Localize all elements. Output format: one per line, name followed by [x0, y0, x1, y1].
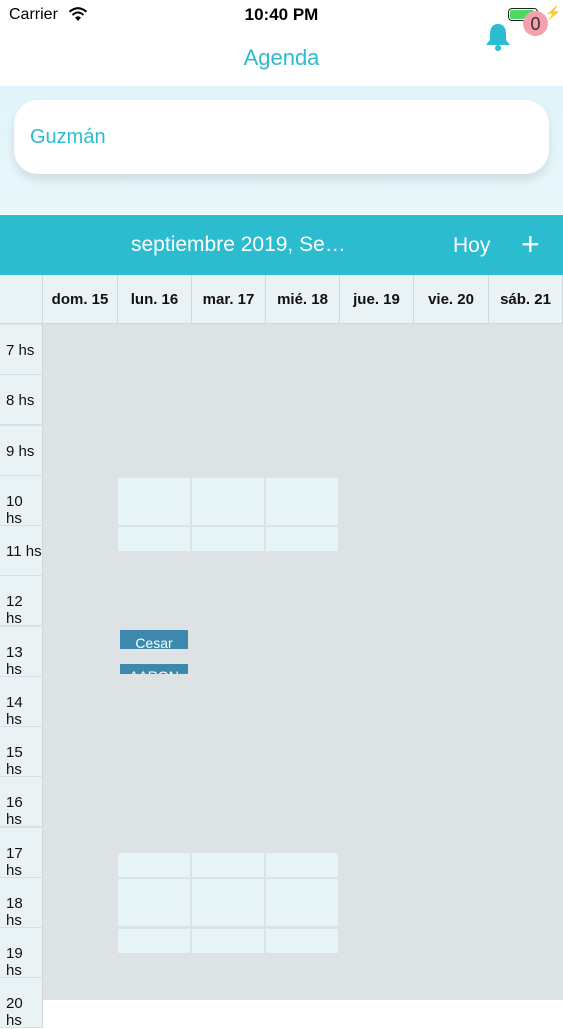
available-slot[interactable]: [118, 853, 190, 877]
available-slot[interactable]: [266, 853, 338, 877]
available-slot[interactable]: [192, 929, 264, 953]
hour-label: 15 hs: [0, 727, 43, 778]
available-slot[interactable]: [118, 879, 190, 926]
hour-label: 13 hs: [0, 627, 43, 678]
hour-label: 20 hs: [0, 978, 43, 1029]
available-slot[interactable]: [266, 478, 338, 525]
hour-label: 7 hs: [0, 325, 43, 375]
hour-label: 14 hs: [0, 677, 43, 728]
day-header-dom-15[interactable]: dom. 15: [43, 275, 118, 324]
appointment-aaron[interactable]: AARON: [120, 664, 188, 674]
day-header-sab-21[interactable]: sáb. 21: [489, 275, 563, 324]
day-header-vie-20[interactable]: vie. 20: [414, 275, 489, 324]
day-header-mar-17[interactable]: mar. 17: [192, 275, 266, 324]
day-header-jue-19[interactable]: jue. 19: [340, 275, 414, 324]
notification-badge[interactable]: 0: [523, 11, 548, 36]
available-slot[interactable]: [266, 527, 338, 551]
available-slot[interactable]: [118, 527, 190, 551]
clock: 10:40 PM: [244, 5, 319, 24]
grid-corner: [0, 275, 43, 324]
add-appointment-button[interactable]: +: [521, 226, 540, 262]
day-header-lun-16[interactable]: lun. 16: [118, 275, 192, 324]
hour-label: 18 hs: [0, 878, 43, 929]
day-header-mie-18[interactable]: mié. 18: [266, 275, 340, 324]
available-slot[interactable]: [266, 879, 338, 926]
available-slot[interactable]: [192, 879, 264, 926]
hour-label: 16 hs: [0, 777, 43, 828]
appointment-cesar[interactable]: Cesar: [120, 630, 188, 649]
charging-icon: ⚡: [545, 5, 562, 20]
available-slot[interactable]: [118, 478, 190, 525]
hour-label: 11 hs: [0, 526, 43, 576]
available-slot[interactable]: [118, 929, 190, 953]
available-slot[interactable]: [266, 929, 338, 953]
page-title: Agenda: [243, 45, 320, 70]
status-bar: Carrier 10:40 PM ⚡: [0, 0, 563, 32]
hour-label: 19 hs: [0, 928, 43, 979]
hour-label: 9 hs: [0, 426, 43, 476]
hour-label: 10 hs: [0, 476, 43, 527]
available-slot[interactable]: [192, 853, 264, 877]
search-value[interactable]: Guzmán: [30, 126, 106, 149]
month-selector[interactable]: septiembre 2019, Se…: [131, 233, 346, 257]
hour-label: 17 hs: [0, 828, 43, 879]
hour-label: 8 hs: [0, 375, 43, 425]
hour-label: 12 hs: [0, 576, 43, 627]
available-slot[interactable]: [192, 527, 264, 551]
today-button[interactable]: Hoy: [453, 234, 490, 258]
bell-icon[interactable]: [484, 22, 512, 57]
available-slot[interactable]: [192, 478, 264, 525]
